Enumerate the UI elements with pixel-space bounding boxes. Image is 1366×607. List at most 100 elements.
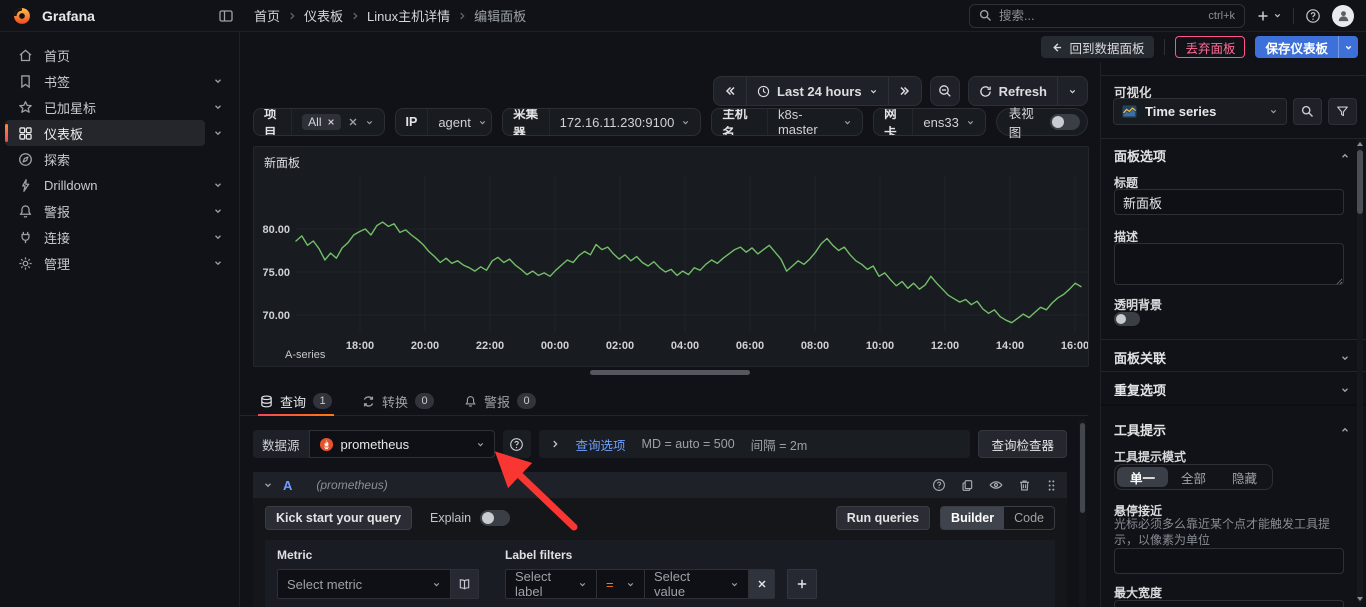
datasource-picker[interactable]: prometheus xyxy=(308,430,495,458)
refresh-interval-caret[interactable] xyxy=(1057,77,1087,105)
chevron-up-icon[interactable] xyxy=(1340,425,1350,435)
datasource-help-button[interactable] xyxy=(502,430,531,458)
variable-value-tag[interactable]: All xyxy=(302,114,341,130)
operator-dropdown[interactable]: = xyxy=(597,569,645,599)
select-value-dropdown[interactable]: Select value xyxy=(645,569,749,599)
scrollbar-thumb[interactable] xyxy=(1357,150,1363,214)
scroll-up-arrow[interactable] xyxy=(1357,142,1363,146)
duplicate-query-icon[interactable] xyxy=(961,478,974,492)
viz-search-button[interactable] xyxy=(1293,98,1322,125)
chevron-down-icon[interactable] xyxy=(478,118,487,127)
breadcrumb-home[interactable]: 首页 xyxy=(254,6,280,25)
sidebar-item-drilldown[interactable]: Drilldown xyxy=(5,172,231,198)
breadcrumb-dashboard-name[interactable]: Linux主机详情 xyxy=(367,6,450,25)
variable-project[interactable]: 项目 All xyxy=(253,108,385,136)
resize-grip-icon[interactable] xyxy=(1336,278,1343,285)
breadcrumb-dashboards[interactable]: 仪表板 xyxy=(304,6,343,25)
help-button[interactable] xyxy=(1305,8,1321,24)
options-scrollbar[interactable] xyxy=(1357,140,1363,603)
query-help-icon[interactable] xyxy=(932,478,946,492)
hover-proximity-input[interactable] xyxy=(1114,548,1344,574)
chevron-down-icon[interactable] xyxy=(205,258,231,268)
discard-panel-button[interactable]: 丢弃面板 xyxy=(1175,36,1246,58)
chevron-up-icon[interactable] xyxy=(1340,151,1350,161)
viz-filter-button[interactable] xyxy=(1328,98,1357,125)
zoom-out-button[interactable] xyxy=(929,76,960,106)
chevron-down-icon[interactable] xyxy=(263,480,273,490)
new-menu-button[interactable] xyxy=(1256,9,1282,23)
save-menu-caret[interactable] xyxy=(1338,36,1358,58)
chevron-down-icon[interactable] xyxy=(205,206,231,216)
run-queries-button[interactable]: Run queries xyxy=(835,506,931,530)
sidebar-item-administration[interactable]: 管理 xyxy=(5,250,231,276)
pane-resize-handle[interactable] xyxy=(590,370,750,375)
explain-toggle[interactable]: Explain xyxy=(430,510,511,526)
back-to-dashboard-button[interactable]: 回到数据面板 xyxy=(1041,36,1155,58)
chevron-down-icon[interactable] xyxy=(1340,353,1350,363)
panel-links-section[interactable]: 面板关联 xyxy=(1114,348,1350,367)
builder-mode-button[interactable]: Builder xyxy=(941,507,1005,529)
chevron-down-icon[interactable] xyxy=(205,128,231,138)
delete-query-trash-icon[interactable] xyxy=(1018,478,1031,492)
select-label-dropdown[interactable]: Select label xyxy=(505,569,597,599)
sidebar-item-bookmarks[interactable]: 书签 xyxy=(5,68,231,94)
scrollbar-thumb[interactable] xyxy=(1080,423,1085,513)
add-filter-button[interactable] xyxy=(787,569,817,599)
metrics-explorer-book-icon[interactable] xyxy=(451,569,479,599)
tooltip-mode-all[interactable]: 全部 xyxy=(1168,467,1219,487)
dock-sidebar-icon[interactable] xyxy=(218,8,234,24)
tooltip-mode-hidden[interactable]: 隐藏 xyxy=(1219,467,1270,487)
variable-collector[interactable]: 采集器 172.16.11.230:9100 xyxy=(502,108,702,136)
grafana-logo-icon[interactable] xyxy=(12,6,32,26)
query-options-bar[interactable]: 查询选项 MD = auto = 500 间隔 = 2m xyxy=(538,430,971,458)
query-scrollbar[interactable] xyxy=(1079,419,1086,607)
chevron-down-icon[interactable] xyxy=(205,102,231,112)
time-range-picker[interactable]: Last 24 hours xyxy=(746,77,888,105)
tab-transform[interactable]: 转换 0 xyxy=(360,387,436,415)
chart-legend[interactable]: A-series xyxy=(264,349,325,361)
chevron-down-icon[interactable] xyxy=(681,118,690,127)
save-dashboard-button[interactable]: 保存仪表板 xyxy=(1255,36,1358,58)
variable-ip[interactable]: IP agent xyxy=(394,108,493,136)
global-search[interactable]: ctrl+k xyxy=(969,3,1245,28)
user-avatar[interactable] xyxy=(1332,4,1354,27)
time-shift-back-button[interactable] xyxy=(714,77,746,105)
table-view-toggle[interactable]: 表视图 xyxy=(995,107,1088,140)
sidebar-item-dashboards[interactable]: 仪表板 xyxy=(5,120,231,146)
tooltip-section[interactable]: 工具提示 xyxy=(1114,420,1350,439)
tab-query[interactable]: 查询 1 xyxy=(258,387,335,416)
chevron-down-icon[interactable] xyxy=(205,76,231,86)
refresh-button[interactable]: Refresh xyxy=(969,77,1057,105)
tab-alert[interactable]: 警报 0 xyxy=(462,387,538,415)
code-mode-button[interactable]: Code xyxy=(1004,507,1054,529)
chevron-down-icon[interactable] xyxy=(365,118,374,127)
panel-description-textarea[interactable] xyxy=(1114,243,1344,285)
explain-switch[interactable] xyxy=(480,510,511,526)
kickstart-query-button[interactable]: Kick start your query xyxy=(265,506,413,530)
visualization-picker[interactable]: Time series xyxy=(1113,98,1287,125)
variable-nic[interactable]: 网卡 ens33 xyxy=(873,108,986,136)
chevron-down-icon[interactable] xyxy=(205,180,231,190)
timeseries-chart[interactable]: 80.00 75.00 70.00 18:00 20:00 22:00 00:00 02:00… xyxy=(254,171,1088,361)
sidebar-item-alerting[interactable]: 警报 xyxy=(5,198,231,224)
chevron-down-icon[interactable] xyxy=(1340,385,1350,395)
transparent-bg-switch[interactable] xyxy=(1114,312,1140,326)
scroll-down-arrow[interactable] xyxy=(1357,597,1363,601)
hide-response-eye-icon[interactable] xyxy=(989,478,1003,492)
sidebar-item-starred[interactable]: 已加星标 xyxy=(5,94,231,120)
chevron-down-icon[interactable] xyxy=(205,232,231,242)
sidebar-item-explore[interactable]: 探索 xyxy=(5,146,231,172)
drag-handle-icon[interactable] xyxy=(1046,478,1057,492)
chevron-down-icon[interactable] xyxy=(966,118,975,127)
query-options-link[interactable]: 查询选项 xyxy=(576,435,626,454)
time-shift-forward-button[interactable] xyxy=(887,77,921,105)
tooltip-mode-single[interactable]: 单一 xyxy=(1117,467,1169,487)
variable-hostname[interactable]: 主机名 k8s-master xyxy=(711,108,864,136)
panel-title-input[interactable] xyxy=(1114,189,1344,215)
table-view-switch[interactable] xyxy=(1050,114,1080,130)
search-input[interactable] xyxy=(999,8,1202,23)
panel-options-section[interactable]: 面板选项 xyxy=(1114,146,1350,165)
query-inspector-button[interactable]: 查询检查器 xyxy=(978,430,1067,458)
query-row-header[interactable]: A (prometheus) xyxy=(253,472,1067,498)
repeat-options-section[interactable]: 重复选项 xyxy=(1114,380,1350,399)
